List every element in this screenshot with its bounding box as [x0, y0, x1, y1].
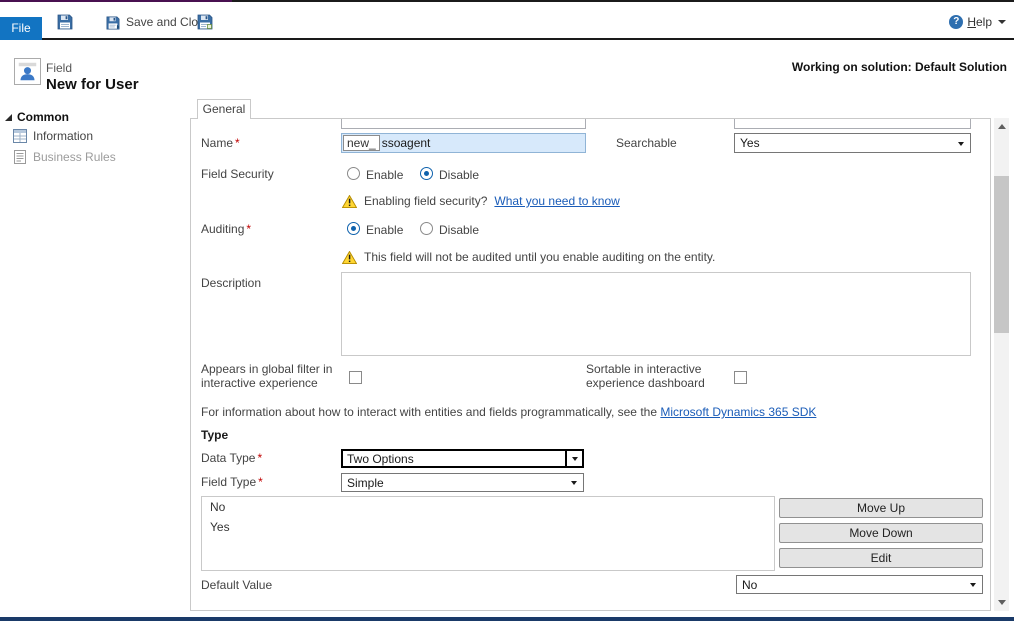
sidebar-item-label: Business Rules [33, 150, 116, 164]
sdk-note-text: For information about how to interact wi… [201, 405, 657, 419]
auditing-label: Auditing* [201, 222, 251, 236]
sidebar-group-common[interactable]: Common [5, 110, 69, 124]
dynamics-sdk-link[interactable]: Microsoft Dynamics 365 SDK [660, 405, 816, 419]
field-security-enable-radio[interactable] [347, 167, 360, 180]
searchable-label: Searchable [616, 136, 677, 150]
partial-input-right [734, 119, 971, 129]
help-label: Help [967, 15, 992, 29]
field-security-enable-label: Enable [366, 168, 403, 182]
name-prefix: new_ [343, 135, 380, 151]
field-security-label: Field Security [201, 167, 274, 181]
scroll-down-button[interactable] [994, 594, 1009, 611]
name-input[interactable]: new_ ssoagent [341, 133, 586, 153]
field-type-label: Field Type* [201, 475, 263, 489]
default-value-label: Default Value [201, 578, 272, 592]
collapse-triangle-icon [5, 114, 12, 121]
data-type-label-text: Data Type [201, 451, 255, 465]
save-icon[interactable] [57, 14, 73, 30]
dropdown-arrow-icon [958, 142, 964, 146]
toolbar-divider [0, 38, 1014, 40]
field-security-disable-label: Disable [439, 168, 479, 182]
auditing-enable-label: Enable [366, 223, 403, 237]
form-panel: Name* new_ ssoagent Searchable Yes Field… [190, 118, 991, 611]
name-label-text: Name [201, 136, 233, 150]
scroll-up-icon [998, 124, 1006, 129]
default-value-select[interactable]: No [736, 575, 983, 594]
scroll-up-button[interactable] [994, 118, 1009, 135]
information-icon [13, 129, 27, 143]
searchable-select[interactable]: Yes [734, 133, 971, 153]
auditing-disable-radio[interactable] [420, 222, 433, 235]
chevron-down-icon [998, 20, 1006, 24]
field-type-label-text: Field Type [201, 475, 256, 489]
entity-type-label: Field [46, 61, 72, 75]
warning-icon [342, 195, 357, 208]
sdk-note: For information about how to interact wi… [201, 405, 816, 419]
dynamics-field-window: Save and Close Help File Field New for U… [0, 0, 1014, 626]
global-filter-label: Appears in global filter in interactive … [201, 362, 343, 390]
required-marker: * [258, 475, 263, 489]
option-item-yes[interactable]: Yes [202, 517, 774, 537]
type-section-heading: Type [201, 428, 228, 442]
sidebar-group-label: Common [17, 110, 69, 124]
auditing-disable-label: Disable [439, 223, 479, 237]
auditing-warning-text: This field will not be audited until you… [364, 250, 715, 264]
working-on-solution: Working on solution: Default Solution [792, 60, 1007, 74]
partial-input-left [341, 119, 586, 129]
move-up-button[interactable]: Move Up [779, 498, 983, 518]
auditing-enable-radio[interactable] [347, 222, 360, 235]
required-marker: * [246, 222, 251, 236]
dropdown-arrow-icon [572, 457, 578, 461]
options-listbox[interactable]: No Yes [201, 496, 775, 571]
sidebar-item-information[interactable]: Information [13, 129, 93, 143]
file-tab[interactable]: File [0, 17, 42, 40]
option-item-no[interactable]: No [202, 497, 774, 517]
field-security-warning-text: Enabling field security? [364, 194, 487, 208]
help-icon [949, 15, 963, 29]
dropdown-arrow-box [565, 451, 582, 466]
page-title: New for User [46, 76, 139, 93]
scrollbar-thumb[interactable] [994, 176, 1009, 333]
field-security-warning: Enabling field security? What you need t… [342, 194, 620, 208]
name-label: Name* [201, 136, 240, 150]
what-you-need-to-know-link[interactable]: What you need to know [494, 194, 619, 208]
global-filter-checkbox[interactable] [349, 371, 362, 384]
required-marker: * [235, 136, 240, 150]
description-textarea[interactable] [341, 272, 971, 356]
dropdown-arrow-icon [571, 481, 577, 485]
name-value: ssoagent [380, 136, 431, 150]
dropdown-arrow-icon [970, 583, 976, 587]
required-marker: * [257, 451, 262, 465]
field-entity-icon [14, 58, 41, 85]
save-and-new-icon[interactable] [197, 14, 213, 30]
tab-general[interactable]: General [197, 99, 251, 119]
save-and-close-icon [106, 15, 120, 29]
data-type-value: Two Options [347, 452, 414, 466]
warning-icon [342, 251, 357, 264]
sortable-label: Sortable in interactive experience dashb… [586, 362, 714, 390]
default-value-text: No [742, 578, 757, 592]
field-type-value: Simple [347, 476, 384, 490]
edit-button[interactable]: Edit [779, 548, 983, 568]
status-bar [0, 617, 1014, 621]
business-rules-icon [13, 150, 27, 164]
save-and-close-button[interactable]: Save and Close [106, 14, 211, 30]
vertical-scrollbar[interactable] [994, 118, 1009, 611]
searchable-value: Yes [740, 136, 760, 150]
sidebar-item-business-rules[interactable]: Business Rules [13, 150, 116, 164]
description-label: Description [201, 276, 261, 290]
move-down-button[interactable]: Move Down [779, 523, 983, 543]
command-bar: Save and Close Help [0, 2, 1014, 38]
field-type-select[interactable]: Simple [341, 473, 584, 492]
data-type-select[interactable]: Two Options [341, 449, 584, 468]
sidebar-item-label: Information [33, 129, 93, 143]
auditing-label-text: Auditing [201, 222, 244, 236]
scroll-down-icon [998, 600, 1006, 605]
sortable-checkbox[interactable] [734, 371, 747, 384]
auditing-warning: This field will not be audited until you… [342, 250, 715, 264]
data-type-label: Data Type* [201, 451, 262, 465]
field-security-disable-radio[interactable] [420, 167, 433, 180]
help-button[interactable]: Help [949, 15, 1006, 29]
